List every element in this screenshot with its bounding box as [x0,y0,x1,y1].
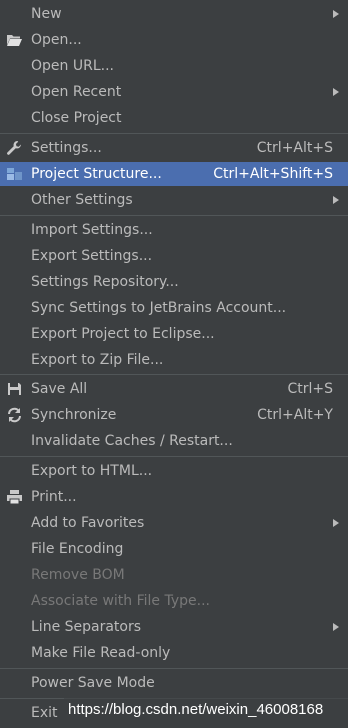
menu-separator [0,133,348,134]
menu-item-label: Synchronize [31,407,117,423]
menu-item-open[interactable]: Open... [0,28,348,52]
submenu-arrow-icon [333,196,339,204]
menu-item-add-favorites[interactable]: Add to Favorites [0,511,348,535]
menu-item-settings-repository[interactable]: Settings Repository... [0,270,348,294]
menu-item-label: Export to HTML... [31,463,153,479]
shortcut-label: Ctrl+Alt+S [256,140,333,156]
menu-item-label: Project Structure... [31,166,162,182]
menu-separator [0,456,348,457]
menu-item-import-settings[interactable]: Import Settings... [0,218,348,242]
menu-item-label: Line Separators [31,619,142,635]
menu-separator [0,374,348,375]
menu-item-new[interactable]: New [0,2,348,26]
menu-item-label: Import Settings... [31,222,153,238]
menu-item-label: Export to Zip File... [31,352,164,368]
menu-item-print[interactable]: Print... [0,485,348,509]
menu-item-synchronize[interactable]: Synchronize Ctrl+Alt+Y [0,403,348,427]
menu-item-remove-bom: Remove BOM [0,563,348,587]
menu-item-label: New [31,6,62,22]
save-icon [8,383,21,395]
menu-item-other-settings[interactable]: Other Settings [0,188,348,212]
menu-separator [0,668,348,669]
shortcut-label: Ctrl+Alt+Shift+S [213,166,333,182]
menu-item-export-html[interactable]: Export to HTML... [0,459,348,483]
menu-item-label: Close Project [31,110,122,126]
menu-item-close-project[interactable]: Close Project [0,106,348,130]
shortcut-label: Ctrl+Alt+Y [257,407,333,423]
folder-open-icon [7,35,22,46]
menu-item-label: Settings... [31,140,102,156]
submenu-arrow-icon [333,519,339,527]
menu-item-open-url[interactable]: Open URL... [0,54,348,78]
menu-item-label: Settings Repository... [31,274,179,290]
menu-item-sync-settings[interactable]: Sync Settings to JetBrains Account... [0,296,348,320]
menu-item-file-encoding[interactable]: File Encoding [0,537,348,561]
menu-item-label: Save All [31,381,88,397]
menu-item-label: Sync Settings to JetBrains Account... [31,300,287,316]
menu-item-label: Make File Read-only [31,645,171,661]
menu-item-save-all[interactable]: Save All Ctrl+S [0,377,348,401]
menu-item-label: File Encoding [31,541,124,557]
menu-item-export-zip[interactable]: Export to Zip File... [0,348,348,372]
watermark: https://blog.csdn.net/weixin_46008168 [64,696,348,724]
menu-item-open-recent[interactable]: Open Recent [0,80,348,104]
menu-item-power-save[interactable]: Power Save Mode [0,671,348,695]
menu-item-label: Other Settings [31,192,133,208]
sync-icon [8,407,21,423]
menu-item-label: Open Recent [31,84,122,100]
menu-item-label: Invalidate Caches / Restart... [31,433,233,449]
menu-item-settings[interactable]: Settings... Ctrl+Alt+S [0,136,348,160]
menu-item-export-settings[interactable]: Export Settings... [0,244,348,268]
menu-item-label: Open... [31,32,82,48]
menu-item-label: Export Settings... [31,248,153,264]
menu-item-label: Add to Favorites [31,515,145,531]
menu-item-associate-file-type: Associate with File Type... [0,589,348,613]
file-menu: New Open... Open URL... Open Recent Clos… [0,0,348,728]
menu-item-label: Print... [31,489,77,505]
menu-item-line-separators[interactable]: Line Separators [0,615,348,639]
wrench-icon [7,141,21,155]
menu-item-export-eclipse[interactable]: Export Project to Eclipse... [0,322,348,346]
printer-icon [7,490,22,505]
menu-item-label: Associate with File Type... [31,593,210,609]
menu-item-label: Open URL... [31,58,114,74]
menu-item-invalidate-caches[interactable]: Invalidate Caches / Restart... [0,429,348,453]
menu-item-label: Power Save Mode [31,675,155,691]
submenu-arrow-icon [333,88,339,96]
menu-item-label: Exit [31,705,58,721]
project-structure-icon [7,168,22,180]
menu-item-label: Remove BOM [31,567,125,583]
menu-item-label: Export Project to Eclipse... [31,326,215,342]
menu-item-make-read-only[interactable]: Make File Read-only [0,641,348,665]
submenu-arrow-icon [333,623,339,631]
submenu-arrow-icon [333,10,339,18]
shortcut-label: Ctrl+S [287,381,333,397]
menu-item-project-structure[interactable]: Project Structure... Ctrl+Alt+Shift+S [0,162,348,186]
menu-separator [0,215,348,216]
